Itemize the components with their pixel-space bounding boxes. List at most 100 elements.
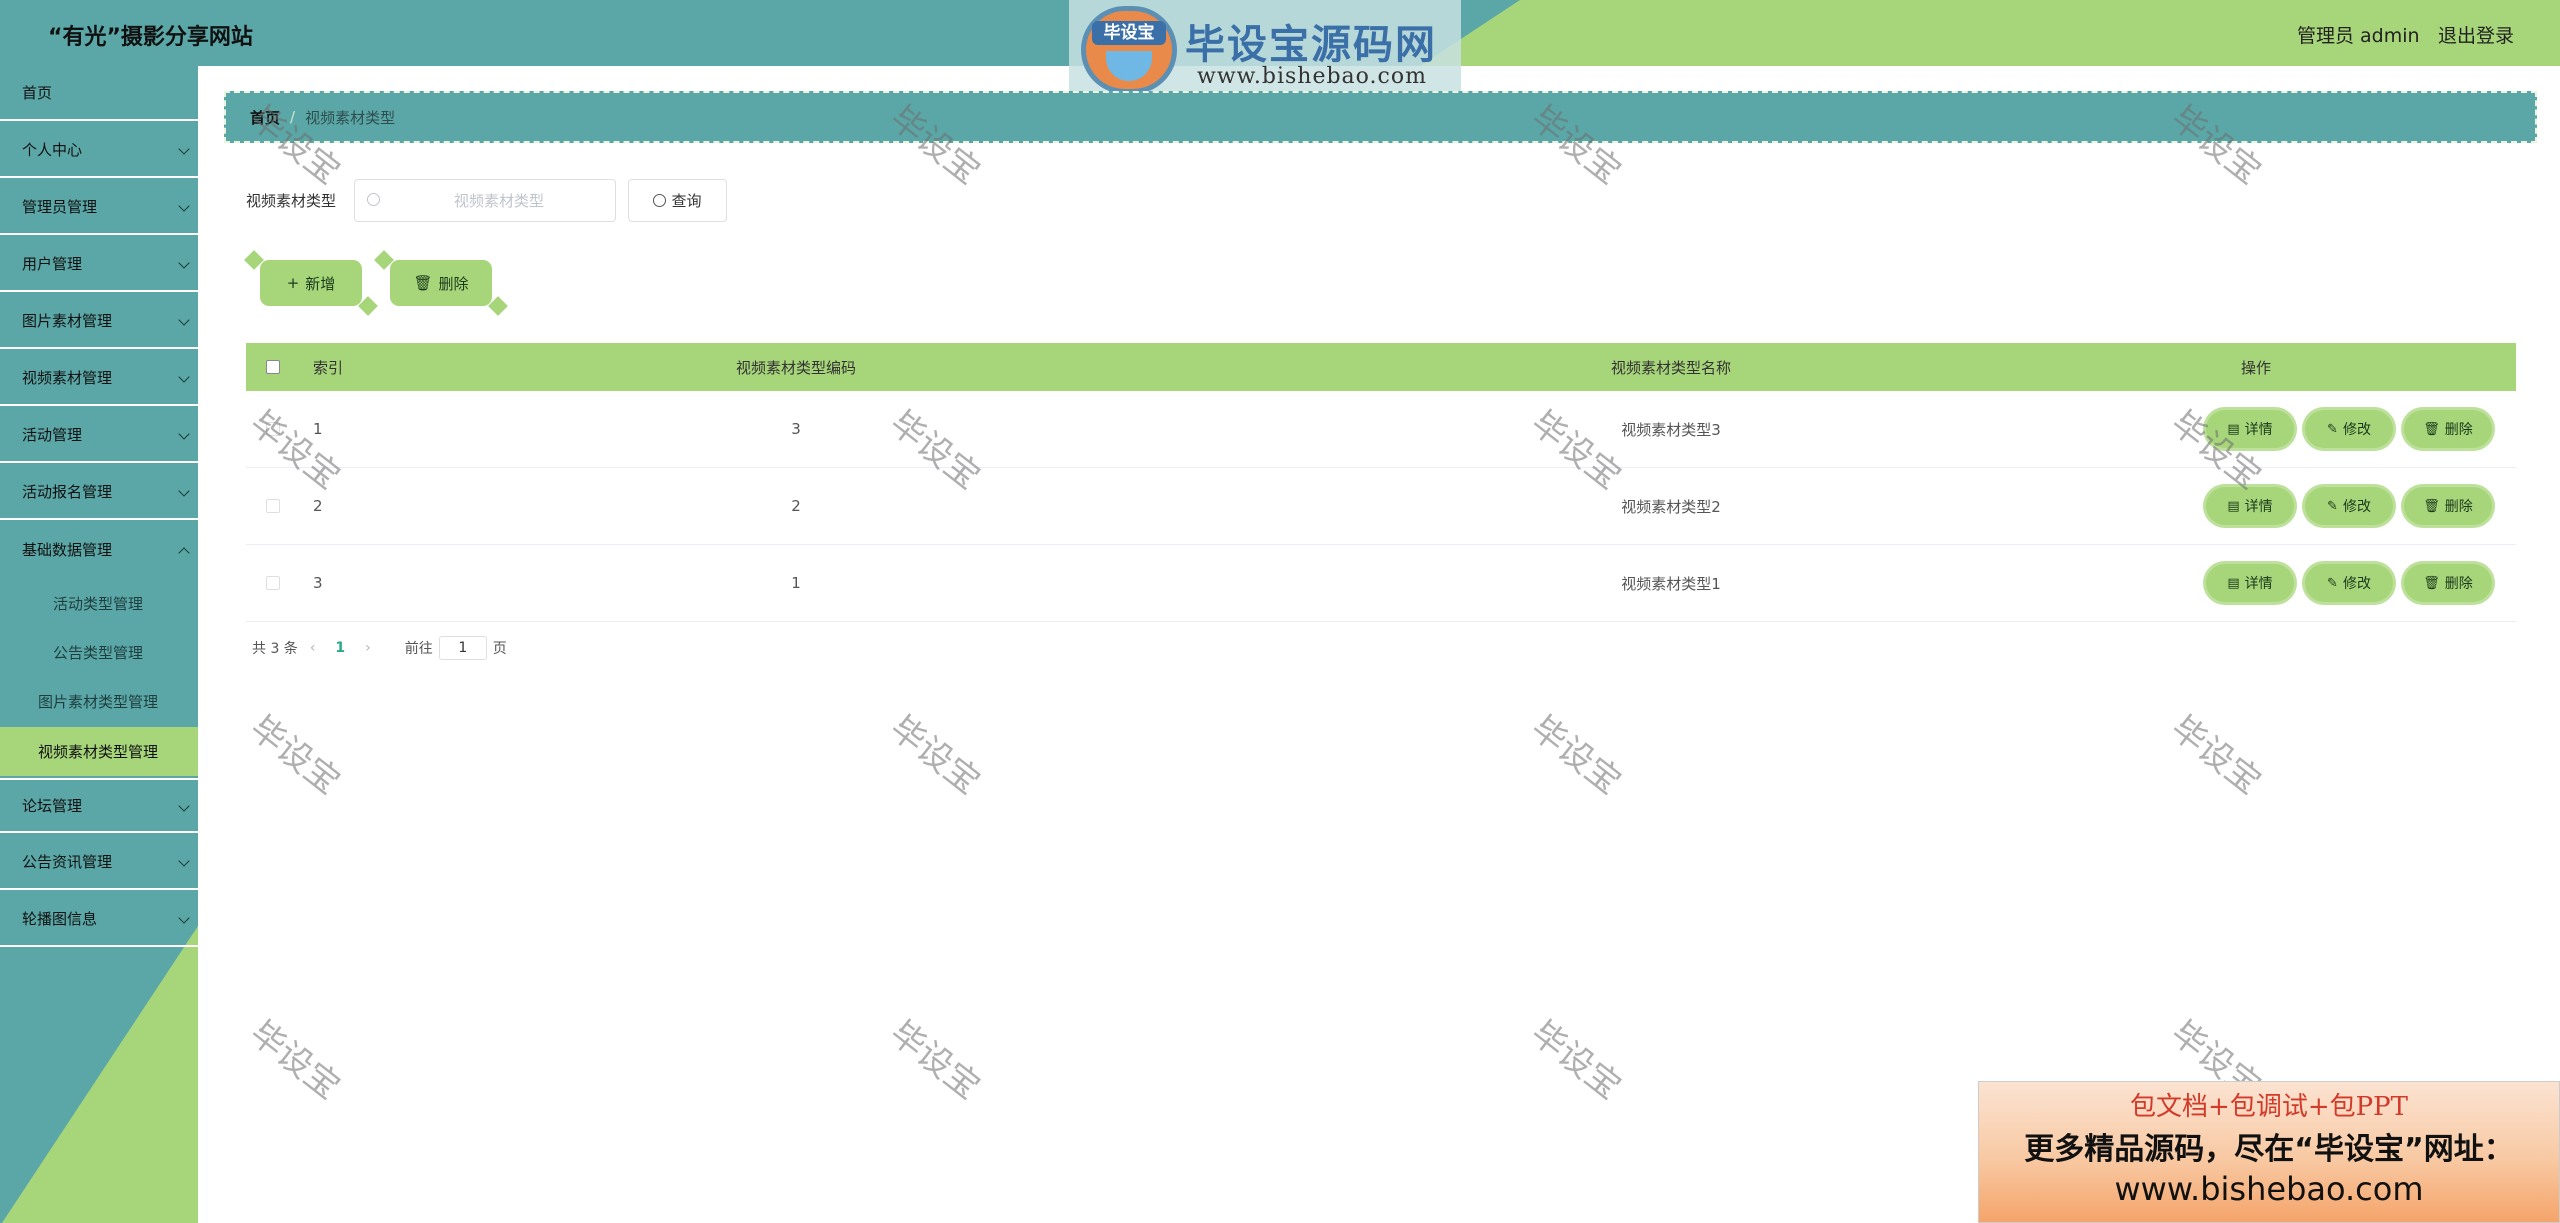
search-icon bbox=[653, 194, 667, 207]
data-table: 索引 视频素材类型编码 视频素材类型名称 操作 1 3 视频素材类型3 ▤ 详情 … bbox=[246, 343, 2516, 622]
edit-button[interactable]: ✎ 修改 bbox=[2305, 564, 2393, 602]
plus-icon: + bbox=[286, 274, 300, 292]
sidebar-item-notice-news[interactable]: 公告资讯管理 bbox=[0, 835, 198, 890]
document-icon: ▤ bbox=[2227, 498, 2240, 514]
edit-button-label: 修改 bbox=[2342, 576, 2371, 592]
detail-button[interactable]: ▤ 详情 bbox=[2206, 564, 2294, 602]
chevron-down-icon bbox=[178, 912, 190, 924]
logo-main-text: 毕设宝源码网 bbox=[1185, 22, 1437, 68]
sidebar-subitem-label: 视频素材类型管理 bbox=[38, 743, 159, 761]
site-title: “有光”摄影分享网站 bbox=[48, 25, 253, 50]
document-icon: ▤ bbox=[2227, 421, 2240, 437]
promo-line-1: 包文档+包调试+包PPT bbox=[2130, 1092, 2408, 1122]
sidebar-item-label: 图片素材管理 bbox=[22, 312, 113, 330]
chevron-down-icon bbox=[178, 143, 190, 155]
sidebar-item-label: 论坛管理 bbox=[22, 797, 83, 815]
column-header-name: 视频素材类型名称 bbox=[1610, 358, 1731, 377]
breadcrumb-current: 视频素材类型 bbox=[305, 108, 396, 127]
logo-face-shape bbox=[1106, 51, 1152, 81]
logo-overlay: 毕设宝 毕设宝源码网 www.bishebao.com bbox=[1069, 0, 1461, 102]
table-header: 索引 视频素材类型编码 视频素材类型名称 操作 bbox=[246, 343, 2516, 391]
chevron-down-icon bbox=[178, 485, 190, 497]
watermark-text: 毕设宝 bbox=[242, 1013, 348, 1108]
watermark-text: 毕设宝 bbox=[1523, 708, 1629, 803]
cell-code: 3 bbox=[791, 420, 801, 438]
goto-prefix: 前往 bbox=[404, 641, 433, 657]
watermark-text: 毕设宝 bbox=[2163, 708, 2269, 803]
search-button-label: 查询 bbox=[671, 192, 702, 210]
pencil-icon: ✎ bbox=[2327, 498, 2338, 514]
logo-badge-icon: 毕设宝 bbox=[1081, 6, 1177, 94]
sidebar-item-label: 活动管理 bbox=[22, 426, 83, 444]
chevron-down-icon bbox=[178, 428, 190, 440]
add-button-label: 新增 bbox=[305, 274, 336, 293]
add-button[interactable]: + 新增 bbox=[263, 263, 359, 303]
batch-delete-button-label: 删除 bbox=[438, 274, 469, 293]
trash-icon: 🗑 bbox=[2423, 421, 2440, 437]
document-icon: ▤ bbox=[2227, 575, 2240, 591]
sidebar-item-activity-signup[interactable]: 活动报名管理 bbox=[0, 465, 198, 520]
detail-button-label: 详情 bbox=[2244, 576, 2273, 592]
detail-button-label: 详情 bbox=[2244, 422, 2273, 438]
watermark-text: 毕设宝 bbox=[882, 708, 988, 803]
logo-url-text: www.bishebao.com bbox=[1197, 64, 1427, 89]
search-label: 视频素材类型 bbox=[246, 192, 337, 210]
detail-button[interactable]: ▤ 详情 bbox=[2206, 487, 2294, 525]
delete-button-label: 删除 bbox=[2444, 422, 2473, 438]
detail-button-label: 详情 bbox=[2244, 499, 2273, 515]
column-header-operations: 操作 bbox=[2240, 358, 2271, 377]
delete-button[interactable]: 🗑 删除 bbox=[2404, 487, 2492, 525]
edit-button[interactable]: ✎ 修改 bbox=[2305, 487, 2393, 525]
sidebar-item-image-material[interactable]: 图片素材管理 bbox=[0, 294, 198, 349]
edit-button[interactable]: ✎ 修改 bbox=[2305, 410, 2393, 448]
sidebar-item-label: 轮播图信息 bbox=[22, 910, 98, 928]
chevron-down-icon bbox=[178, 314, 190, 326]
promo-line-3: www.bishebao.com bbox=[2114, 1170, 2424, 1208]
sidebar-item-basic-data[interactable]: 基础数据管理 bbox=[0, 522, 198, 577]
chevron-down-icon bbox=[178, 855, 190, 867]
cell-name: 视频素材类型1 bbox=[1621, 574, 1721, 593]
search-button[interactable]: 查询 bbox=[628, 179, 727, 222]
prev-page-icon[interactable]: ‹ bbox=[310, 640, 316, 656]
sidebar-item-forum[interactable]: 论坛管理 bbox=[0, 778, 198, 833]
breadcrumb-home[interactable]: 首页 bbox=[250, 107, 280, 128]
trash-icon: 🗑 bbox=[413, 274, 433, 292]
sidebar-green-corner bbox=[0, 926, 198, 1223]
sidebar-item-activity-management[interactable]: 活动管理 bbox=[0, 408, 198, 463]
table-row: 1 3 视频素材类型3 ▤ 详情 ✎ 修改 🗑 删除 bbox=[246, 391, 2516, 468]
watermark-text: 毕设宝 bbox=[1523, 1013, 1629, 1108]
sidebar-item-video-material[interactable]: 视频素材管理 bbox=[0, 351, 198, 406]
next-page-icon[interactable]: › bbox=[365, 640, 371, 656]
chevron-down-icon bbox=[178, 200, 190, 212]
detail-button[interactable]: ▤ 详情 bbox=[2206, 410, 2294, 448]
sidebar-item-carousel[interactable]: 轮播图信息 bbox=[0, 892, 198, 947]
table-row: 2 2 视频素材类型2 ▤ 详情 ✎ 修改 🗑 删除 bbox=[246, 468, 2516, 545]
pagination-total: 共 3 条 bbox=[252, 641, 298, 657]
sidebar-item-admin-management[interactable]: 管理员管理 bbox=[0, 180, 198, 235]
logout-link[interactable]: 退出登录 bbox=[2438, 21, 2514, 48]
sidebar-item-user-management[interactable]: 用户管理 bbox=[0, 237, 198, 292]
sidebar-item-label: 用户管理 bbox=[22, 255, 83, 273]
delete-button-label: 删除 bbox=[2444, 499, 2473, 515]
sidebar-item-label: 首页 bbox=[22, 84, 53, 102]
sidebar-subitem-activity-type[interactable]: 活动类型管理 bbox=[0, 579, 198, 628]
chevron-up-icon bbox=[178, 547, 190, 559]
cell-name: 视频素材类型2 bbox=[1621, 497, 1721, 516]
promo-line-2: 更多精品源码，尽在“毕设宝”网址： bbox=[2024, 1132, 2514, 1167]
search-input[interactable] bbox=[389, 184, 609, 218]
sidebar-item-home[interactable]: 首页 bbox=[0, 66, 198, 121]
goto-page-input[interactable] bbox=[438, 636, 487, 660]
trash-icon: 🗑 bbox=[2423, 575, 2440, 591]
batch-delete-button[interactable]: 🗑 删除 bbox=[393, 263, 489, 303]
cell-code: 2 bbox=[791, 497, 801, 515]
sidebar-item-personal-center[interactable]: 个人中心 bbox=[0, 123, 198, 178]
sidebar-subitem-notice-type[interactable]: 公告类型管理 bbox=[0, 628, 198, 677]
sidebar-subitem-image-material-type[interactable]: 图片素材类型管理 bbox=[0, 677, 198, 726]
delete-button[interactable]: 🗑 删除 bbox=[2404, 410, 2492, 448]
sidebar-subitem-video-material-type[interactable]: 视频素材类型管理 bbox=[0, 727, 198, 776]
page-number[interactable]: 1 bbox=[335, 640, 345, 656]
watermark-text: 毕设宝 bbox=[882, 1013, 988, 1108]
chevron-down-icon bbox=[178, 800, 190, 812]
cell-code: 1 bbox=[791, 574, 801, 592]
delete-button[interactable]: 🗑 删除 bbox=[2404, 564, 2492, 602]
